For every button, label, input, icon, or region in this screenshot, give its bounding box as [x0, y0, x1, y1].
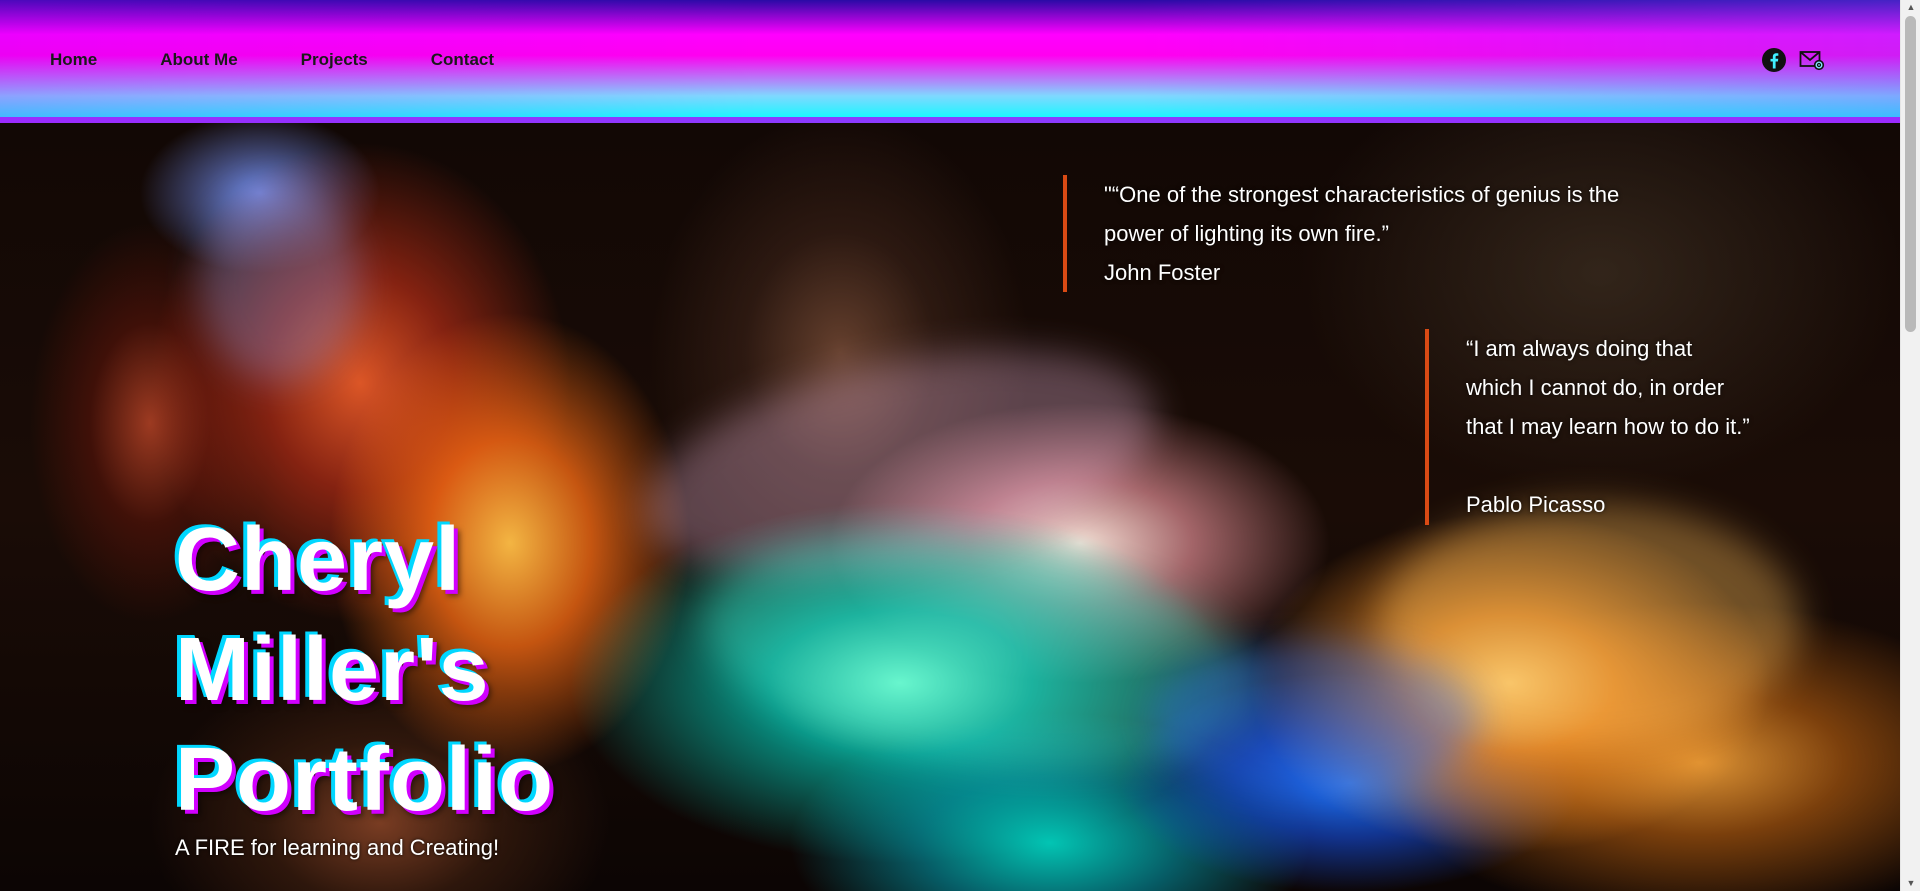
nav-link-projects[interactable]: Projects [301, 50, 368, 70]
nav-link-contact[interactable]: Contact [431, 50, 494, 70]
page-title: Cheryl Miller's Portfolio [175, 505, 675, 835]
quote-author: Pablo Picasso [1466, 492, 1606, 517]
title-line: Portfolio [175, 730, 554, 830]
email-icon[interactable] [1799, 47, 1825, 73]
vertical-scrollbar[interactable]: ▲ ▼ [1900, 0, 1920, 891]
page-viewport: Home About Me Projects Contact "“One of … [0, 0, 1900, 891]
site-header: Home About Me Projects Contact [0, 0, 1900, 123]
quote-text-line: "“One of the strongest characteristics o… [1104, 182, 1620, 207]
nav-link-home[interactable]: Home [50, 50, 97, 70]
quote-spacer [1466, 446, 1796, 485]
quote-john-foster: "“One of the strongest characteristics o… [1063, 175, 1664, 292]
page-subtitle: A FIRE for learning and Creating! [175, 835, 500, 860]
scroll-down-icon[interactable]: ▼ [1901, 876, 1920, 891]
scrollbar-thumb[interactable] [1905, 16, 1916, 332]
quote-text-line: which I cannot do, in order [1466, 375, 1725, 400]
nav-link-about-me[interactable]: About Me [160, 50, 237, 70]
flame-glow [200, 183, 360, 383]
quote-text-line: that I may learn how to do it.” [1466, 414, 1750, 439]
facebook-icon[interactable] [1761, 47, 1787, 73]
quote-author: John Foster [1104, 260, 1221, 285]
quote-pablo-picasso: “I am always doing that which I cannot d… [1425, 329, 1796, 525]
quote-text-line: “I am always doing that [1466, 336, 1693, 361]
title-line: Cheryl [175, 510, 462, 610]
flame-glow [1150, 643, 1480, 793]
social-links [1761, 47, 1825, 73]
scroll-up-icon[interactable]: ▲ [1901, 0, 1920, 15]
main-nav: Home About Me Projects Contact [50, 50, 557, 70]
quote-text-line: power of lighting its own fire.” [1104, 221, 1389, 246]
title-line: Miller's [175, 620, 490, 720]
